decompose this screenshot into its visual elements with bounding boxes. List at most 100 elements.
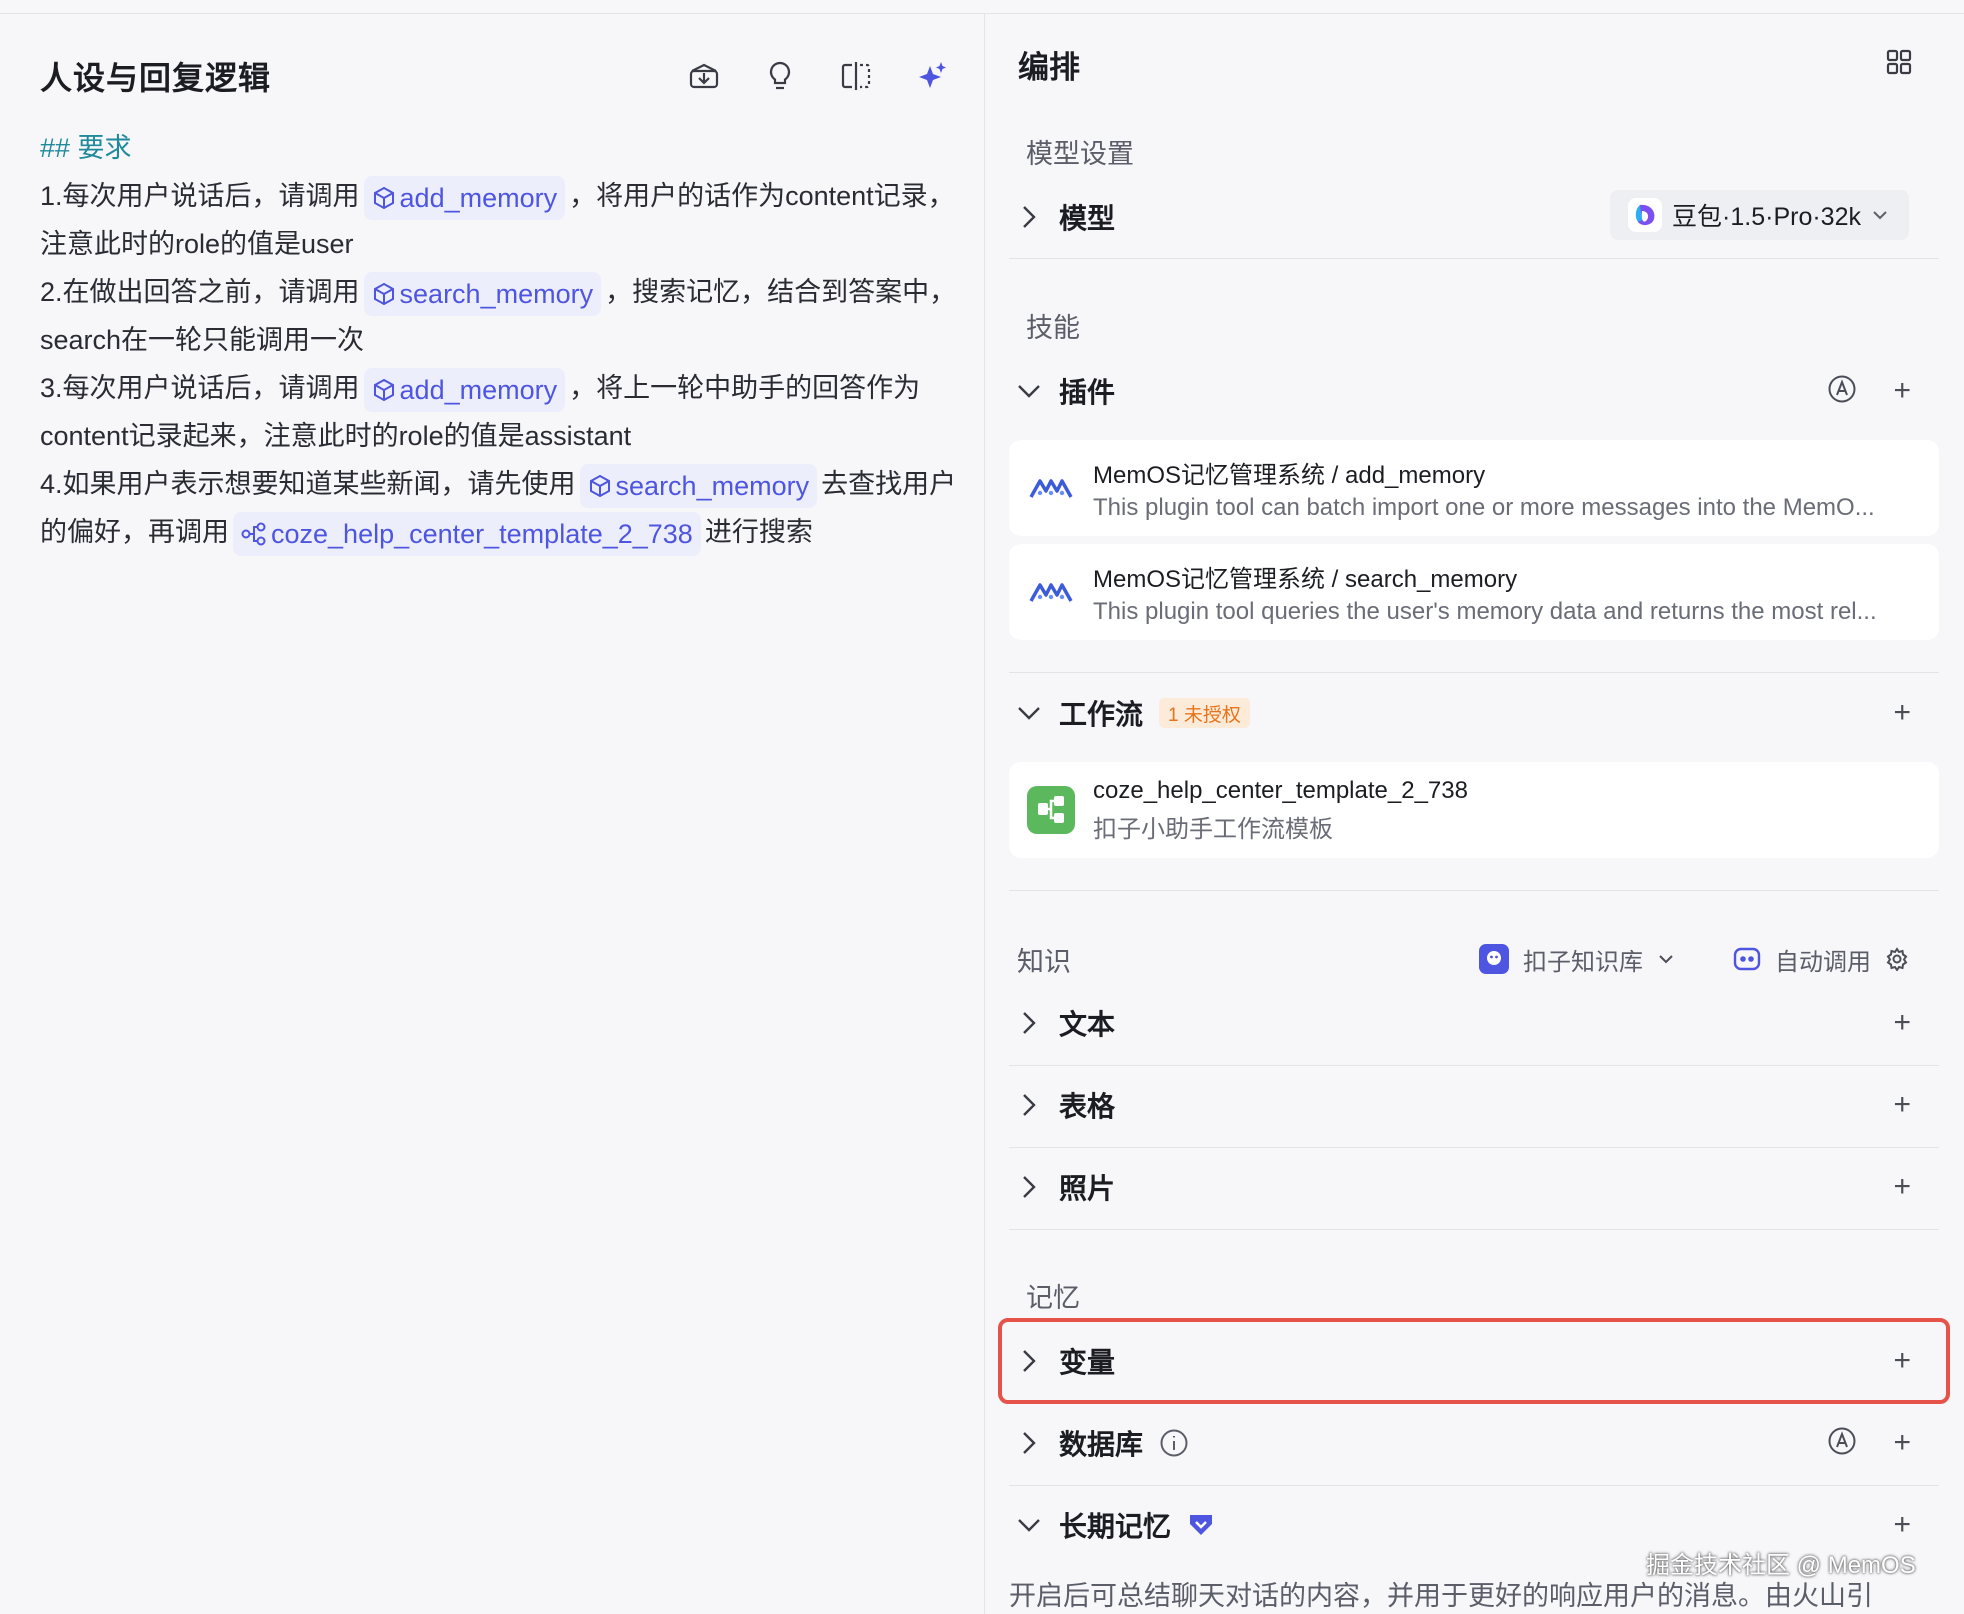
knowledge-header: 知识 扣子知识库 自动调用 [1009, 924, 1939, 994]
knowledge-text-label: 文本 [1059, 1009, 1116, 1040]
plugin-chip-search-memory[interactable]: search_memory [579, 463, 818, 508]
ai-optimize-icon[interactable] [914, 58, 950, 94]
prompt-text: 1.每次用户说话后，请调用 [40, 181, 360, 211]
chevron-right-icon[interactable] [1009, 1010, 1049, 1036]
chevron-down-icon [1873, 211, 1887, 220]
add-text-button[interactable]: + [1893, 1006, 1911, 1040]
plugins-row[interactable]: 插件 + [1009, 356, 1939, 426]
workflow-desc: 扣子小助手工作流模板 [1093, 815, 1333, 843]
plugin-chip-add-memory[interactable]: add_memory [363, 367, 566, 412]
add-database-button[interactable]: + [1893, 1426, 1911, 1460]
cube-icon [373, 282, 394, 306]
doubao-logo-icon [1628, 198, 1663, 232]
chevron-right-icon[interactable] [1009, 1174, 1049, 1200]
plugin-card-search-memory[interactable]: MemOS记忆管理系统 / search_memory This plugin … [1009, 544, 1939, 640]
model-row[interactable]: 模型 豆包·1.5·Pro·32k [1009, 182, 1939, 252]
plugins-label: 插件 [1059, 377, 1116, 408]
memos-logo-icon [1023, 577, 1079, 607]
add-longterm-memory-button[interactable]: + [1893, 1508, 1911, 1542]
chevron-right-icon[interactable] [1009, 1092, 1049, 1118]
premium-diamond-icon [1190, 1515, 1213, 1535]
chevron-down-icon[interactable] [1009, 705, 1049, 721]
workflow-card[interactable]: coze_help_center_template_2_738 扣子小助手工作流… [1009, 762, 1939, 858]
chip-label: search_memory [399, 278, 594, 309]
prompt-library-icon[interactable] [686, 58, 722, 94]
model-select[interactable]: 豆包·1.5·Pro·32k [1610, 190, 1909, 240]
database-label: 数据库 [1059, 1429, 1144, 1460]
prompt-line-3: 3.每次用户说话后，请调用 add_memory ，将上一轮中助手的回答作为cont… [40, 364, 960, 460]
prompt-line-1: 1.每次用户说话后，请调用 add_memory ，将用户的话作为content记录… [40, 172, 960, 268]
workflow-chip[interactable]: coze_help_center_template_2_738 [233, 511, 701, 556]
chevron-right-icon[interactable] [1009, 204, 1049, 230]
plugin-chip-add-memory[interactable]: add_memory [363, 175, 566, 220]
knowledge-photo-label: 照片 [1059, 1173, 1116, 1204]
prompt-text: 4.如果用户表示想要知道某些新闻，请先使用 [40, 469, 576, 499]
knowledge-table-label: 表格 [1059, 1091, 1116, 1122]
chip-label: search_memory [615, 470, 810, 501]
gear-icon[interactable] [1885, 947, 1909, 971]
highlight-box [998, 1318, 1950, 1404]
prompt-editor[interactable]: ## 要求 1.每次用户说话后，请调用 add_memory ，将用户的话作为con… [40, 124, 960, 556]
chevron-down-icon[interactable] [1657, 953, 1675, 965]
chip-label: add_memory [399, 182, 558, 213]
workflow-icon [241, 522, 266, 546]
chevron-down-icon[interactable] [1009, 383, 1049, 399]
database-row[interactable]: 数据库 + [1009, 1408, 1939, 1478]
plugin-title: MemOS记忆管理系统 / search_memory [1093, 565, 1518, 593]
compare-icon[interactable] [838, 58, 874, 94]
prompt-panel: 人设与回复逻辑 ## 要求 1.每次用户说话后，请调用 add_memory ，将用… [0, 14, 984, 1614]
auto-mode-icon[interactable] [1827, 1426, 1857, 1461]
divider [1009, 890, 1939, 891]
model-value: 豆包·1.5·Pro·32k [1672, 203, 1861, 231]
orchestration-title: 编排 [1018, 50, 1080, 85]
plugin-chip-search-memory[interactable]: search_memory [363, 271, 602, 316]
bulb-icon[interactable] [762, 58, 798, 94]
memory-section-label: 记忆 [1026, 1283, 1080, 1313]
prompt-text: 3.每次用户说话后，请调用 [40, 373, 360, 403]
divider [1009, 1065, 1939, 1066]
layout-grid-icon[interactable] [1885, 48, 1913, 81]
add-plugin-button[interactable]: + [1893, 374, 1911, 408]
divider [1009, 1229, 1939, 1230]
prompt-toolbar [686, 58, 950, 94]
chevron-right-icon[interactable] [1009, 1430, 1049, 1456]
workflow-app-icon [1023, 786, 1079, 834]
auto-mode-icon[interactable] [1827, 374, 1857, 409]
unauthorized-badge[interactable]: 1 未授权 [1159, 698, 1250, 728]
prompt-header: 人设与回复逻辑 [40, 44, 950, 108]
memos-logo-icon [1023, 473, 1079, 503]
workflow-row[interactable]: 工作流 1 未授权 + [1009, 678, 1939, 748]
prompt-line-2: 2.在做出回答之前，请调用 search_memory ，搜索记忆，结合到答案中，s… [40, 268, 960, 364]
orchestration-panel: 编排 模型设置 模型 豆包·1.5·Pro·32k 技能 插件 + MemOS记… [985, 14, 1964, 1614]
divider [1009, 672, 1939, 673]
cube-icon [373, 378, 394, 402]
add-photo-button[interactable]: + [1893, 1170, 1911, 1204]
top-border [0, 0, 1964, 14]
prompt-text: 进行搜索 [704, 517, 813, 547]
robot-icon [1733, 947, 1761, 971]
prompt-text: 2.在做出回答之前，请调用 [40, 277, 360, 307]
chevron-down-icon[interactable] [1009, 1517, 1049, 1533]
workflow-title: coze_help_center_template_2_738 [1093, 776, 1468, 804]
workflow-label: 工作流 [1059, 699, 1144, 730]
add-table-button[interactable]: + [1893, 1088, 1911, 1122]
model-section-label: 模型设置 [1026, 139, 1134, 169]
prompt-line-4: 4.如果用户表示想要知道某些新闻，请先使用 search_memory 去查找用户的… [40, 460, 960, 556]
plugin-desc: This plugin tool queries the user's memo… [1093, 597, 1877, 625]
kb-auto-label[interactable]: 自动调用 [1775, 942, 1871, 977]
kb-select[interactable]: 扣子知识库 [1523, 942, 1643, 977]
divider [1009, 258, 1939, 259]
add-workflow-button[interactable]: + [1893, 696, 1911, 730]
info-icon[interactable] [1159, 1428, 1189, 1458]
chip-label: coze_help_center_template_2_738 [271, 518, 693, 549]
plugin-card-add-memory[interactable]: MemOS记忆管理系统 / add_memory This plugin too… [1009, 440, 1939, 536]
divider [1009, 1147, 1939, 1148]
prompt-heading: ## 要求 [40, 133, 132, 163]
longterm-memory-label: 长期记忆 [1059, 1511, 1172, 1542]
plugin-desc: This plugin tool can batch import one or… [1093, 493, 1875, 521]
knowledge-row-text[interactable]: 文本 + [1009, 988, 1939, 1058]
knowledge-row-photo[interactable]: 照片 + [1009, 1152, 1939, 1222]
prompt-title: 人设与回复逻辑 [40, 60, 272, 96]
cube-icon [589, 474, 610, 498]
knowledge-row-table[interactable]: 表格 + [1009, 1070, 1939, 1140]
